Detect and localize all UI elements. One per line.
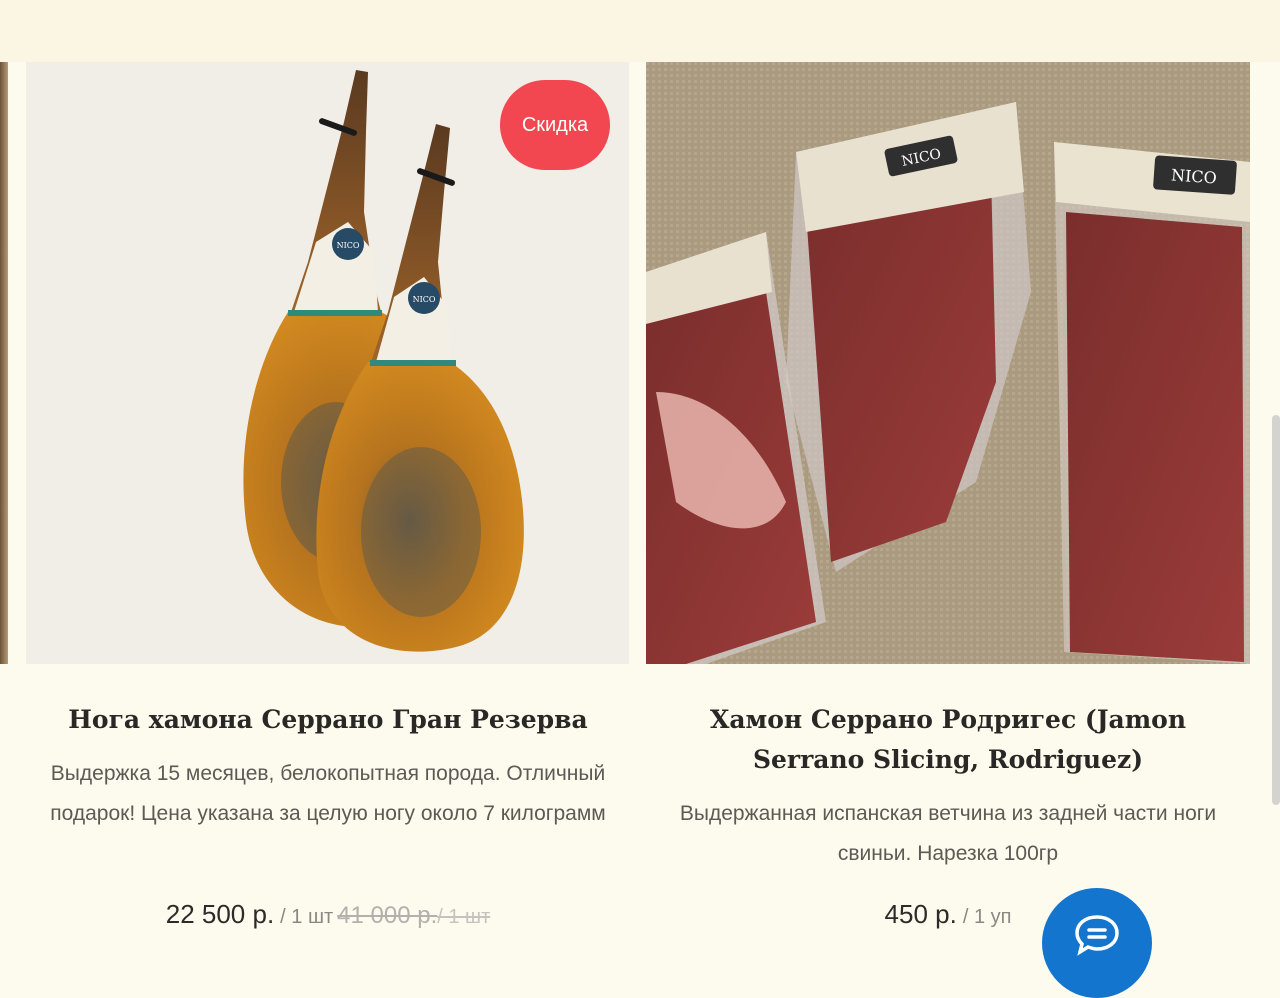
previous-card-image-edge [0,62,8,664]
chat-bubble-icon [1075,915,1119,956]
page-scrollbar[interactable] [1272,415,1280,805]
product-price: 450 р. / 1 уп [650,894,1246,934]
product-description: Выдержка 15 месяцев, белокопытная порода… [50,762,606,825]
price-value: 22 500 р. [165,899,275,929]
price-unit: / 1 уп [962,906,1012,928]
page-header-band [0,0,1280,62]
product-price: 22 500 р. / 1 шт 41 000 р. / 1 шт [30,894,626,934]
product-description: Выдержанная испанская ветчина из задней … [679,802,1217,865]
product-title[interactable]: Хамон Серрано Родригес (Jamon Serrano Sl… [650,700,1246,780]
svg-text:NICO: NICO [1170,165,1217,187]
discount-badge: Скидка [500,80,610,170]
svg-text:NICO: NICO [413,295,436,304]
chat-widget-button[interactable] [1042,888,1152,998]
old-price-value: 41 000 р. [337,902,438,929]
product-image-jamon-slices[interactable]: NICO NICO [646,62,1250,664]
product-title[interactable]: Нога хамона Серрано Гран Резерва [30,700,626,740]
label-logo-text: NICO [337,241,360,250]
price-unit: / 1 шт [280,906,334,928]
price-value: 450 р. [884,899,957,929]
old-price-unit: / 1 шт [437,906,491,928]
